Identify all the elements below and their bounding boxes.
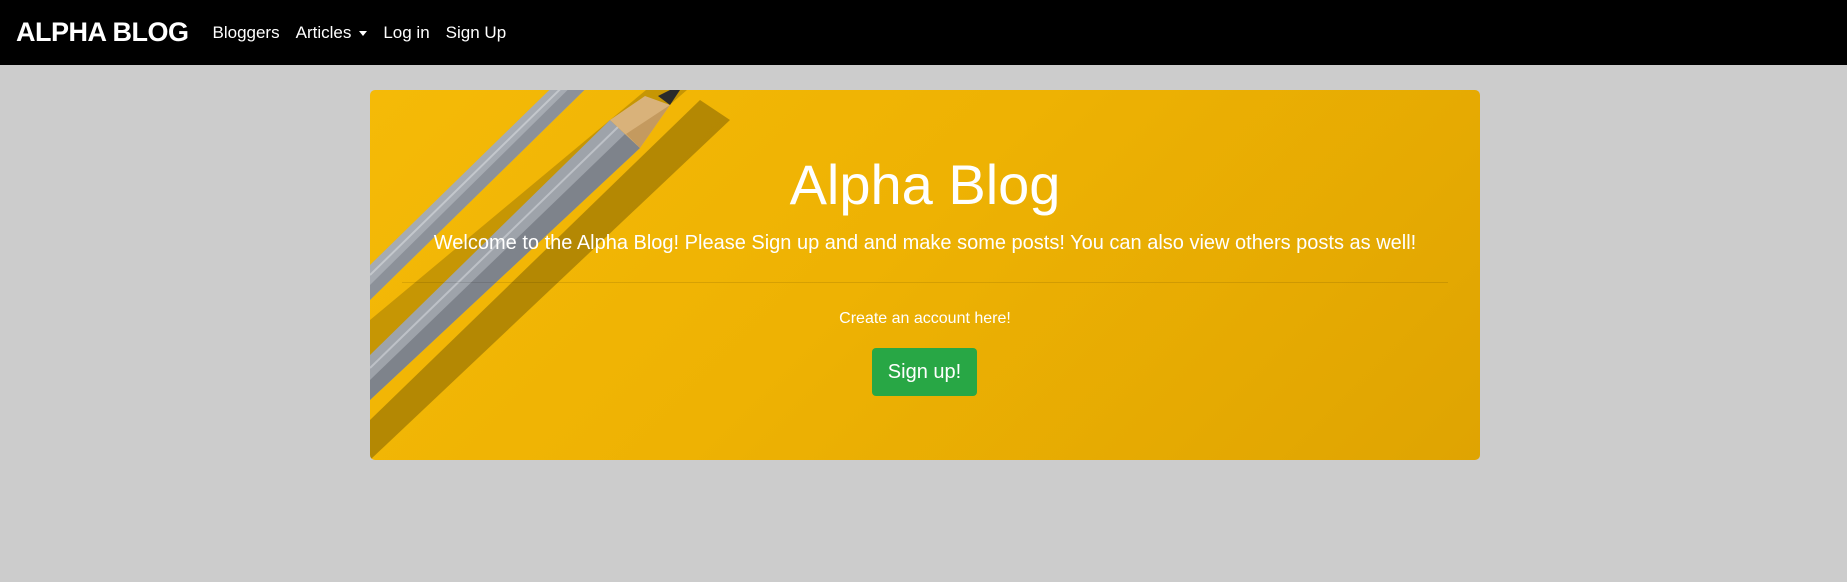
caret-down-icon	[359, 31, 368, 36]
hero-lead-text: Welcome to the Alpha Blog! Please Sign u…	[433, 232, 1417, 254]
nav-signup-link[interactable]: Sign Up	[446, 23, 506, 43]
hero-title: Alpha Blog	[789, 153, 1061, 216]
top-navbar: ALPHA BLOG Bloggers Articles Log in Sign…	[0, 0, 1847, 65]
hero-content: Alpha Blog Welcome to the Alpha Blog! Pl…	[370, 90, 1480, 460]
nav-bloggers-link[interactable]: Bloggers	[213, 23, 280, 43]
nav-articles-dropdown[interactable]: Articles	[296, 23, 368, 43]
hero-divider	[402, 282, 1448, 283]
brand-logo-link[interactable]: ALPHA BLOG	[16, 17, 189, 48]
hero-cta-text: Create an account here!	[839, 310, 1011, 327]
nav-articles-label: Articles	[295, 22, 352, 42]
nav-login-link[interactable]: Log in	[383, 23, 429, 43]
hero-jumbotron: Alpha Blog Welcome to the Alpha Blog! Pl…	[370, 90, 1480, 460]
signup-button[interactable]: Sign up!	[872, 348, 977, 396]
